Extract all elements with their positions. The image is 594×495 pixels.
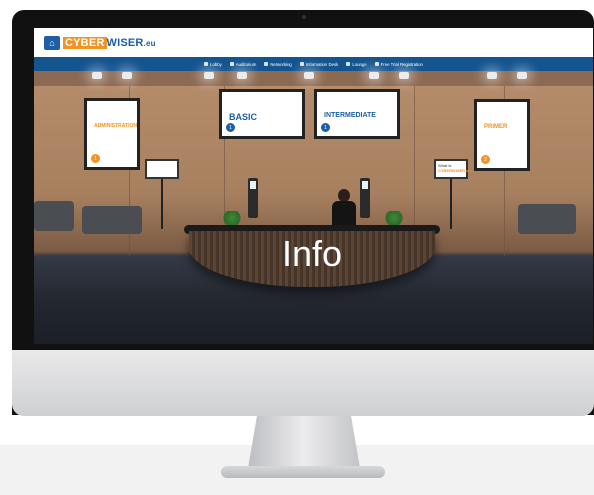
monitor-screen: ⌂ CYBER WISER.eu Lobby Auditorium Network…: [34, 28, 593, 344]
nav-lobby[interactable]: Lobby: [204, 62, 222, 67]
camera-icon: [302, 15, 306, 19]
lounge-chair: [34, 201, 74, 231]
monitor-stand-neck: [248, 416, 360, 468]
nav-information-desk[interactable]: Information Desk: [299, 62, 338, 67]
site-header: ⌂ CYBER WISER.eu: [34, 28, 593, 57]
nav-auditorium[interactable]: Auditorium: [229, 62, 256, 67]
nav-lounge[interactable]: Lounge: [346, 62, 367, 67]
poster-right[interactable]: PRIMER 2: [474, 99, 530, 171]
plant: [383, 211, 405, 225]
desk-label: Info: [281, 233, 343, 274]
monitor-stand-base: [221, 466, 385, 478]
easel-stand: [161, 179, 163, 229]
easel-stand: [450, 179, 452, 229]
spotlight: [369, 72, 379, 79]
document-icon: [264, 62, 269, 66]
home-icon: [204, 62, 209, 66]
poster-left[interactable]: ADMINISTRATION 1: [84, 98, 140, 170]
poster-basic[interactable]: BASIC 1: [219, 89, 305, 139]
nav-free-trial-registration[interactable]: Free Trial Registration: [374, 62, 423, 67]
spotlight: [204, 72, 214, 79]
virtual-lobby-scene: ADMINISTRATION 1 BASIC 1 INTERMEDIATE 1 …: [34, 71, 593, 344]
spotlight: [487, 72, 497, 79]
easel-sign-left[interactable]: [145, 159, 179, 179]
kiosk[interactable]: [360, 178, 370, 218]
spotlight: [304, 72, 314, 79]
lounge-sofa: [518, 204, 576, 234]
main-nav: Lobby Auditorium Networking Information …: [34, 57, 593, 71]
spotlight: [517, 72, 527, 79]
spotlight: [399, 72, 409, 79]
spotlight: [237, 72, 247, 79]
nav-networking[interactable]: Networking: [264, 62, 292, 67]
monitor-chin: [12, 350, 594, 416]
spotlight: [122, 72, 132, 79]
logo-text: CYBER WISER.eu: [63, 37, 156, 49]
lounge-sofa: [82, 206, 142, 234]
spotlight: [92, 72, 102, 79]
plant: [221, 211, 243, 225]
kiosk[interactable]: [248, 178, 258, 218]
info-icon: [299, 62, 304, 66]
site-logo[interactable]: ⌂ CYBER WISER.eu: [44, 34, 156, 52]
chat-icon: [346, 62, 351, 66]
easel-sign-right[interactable]: What is CYBERWISER.eu: [434, 159, 471, 179]
check-icon: [374, 62, 379, 66]
building-icon: ⌂: [44, 36, 60, 50]
poster-intermediate[interactable]: INTERMEDIATE 1: [314, 89, 400, 139]
grid-icon: [229, 62, 234, 66]
